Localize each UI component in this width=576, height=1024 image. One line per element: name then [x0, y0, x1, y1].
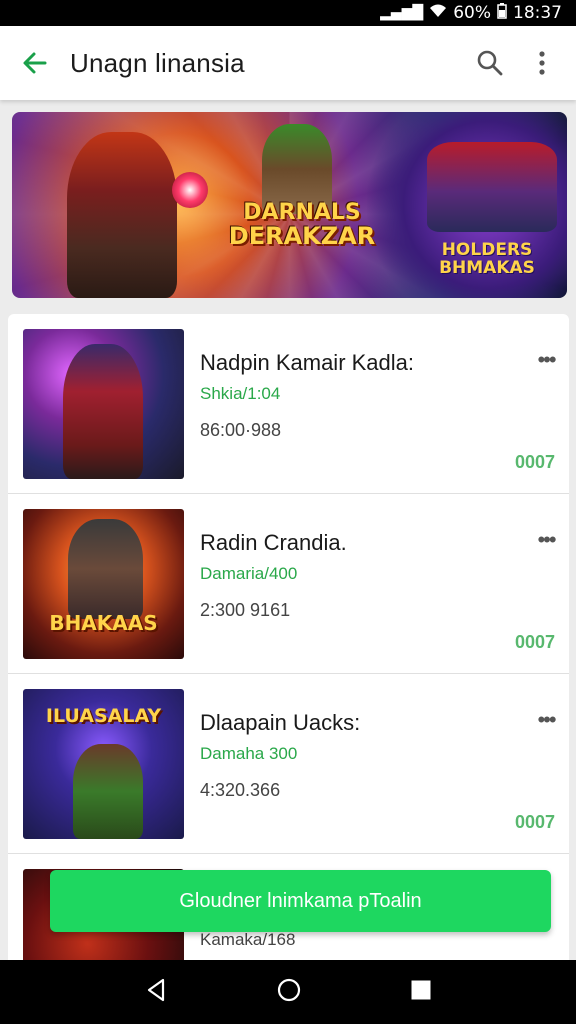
banner-right-title: HOLDERS BHMAKAS	[439, 240, 535, 278]
item-count: 0007	[514, 812, 555, 832]
thumbnail-figure	[68, 519, 143, 619]
thumbnail-figure	[63, 344, 143, 479]
item-meta: 86:00·988	[200, 420, 282, 440]
banner-hero-group-right	[427, 142, 557, 232]
banner-title: DARNALS DERAKZAR	[217, 200, 387, 250]
nav-back-icon[interactable]	[145, 978, 167, 1007]
item-subtitle: Shkia/1:04	[200, 384, 281, 403]
more-horiz-icon[interactable]: •••	[531, 707, 561, 732]
item-title: Radin Crandia.	[200, 530, 347, 555]
nav-home-icon[interactable]	[277, 978, 301, 1007]
status-bar: ▂▄▆█ 60% 18:37	[0, 0, 576, 26]
banner-orb	[172, 172, 208, 208]
banner-title-line2: DERAKZAR	[228, 222, 376, 250]
more-options-button[interactable]	[516, 26, 568, 100]
featured-banner[interactable]: DARNALS DERAKZAR HOLDERS BHMAKAS	[12, 112, 567, 298]
item-meta: 4:320.366	[200, 780, 281, 800]
signal-icon: ▂▄▆█	[380, 5, 424, 21]
banner-title-line1: DARNALS	[243, 200, 361, 225]
thumbnail-label: BHAKAAS	[49, 611, 158, 635]
item-count: 0007	[514, 452, 555, 472]
clock: 18:37	[513, 3, 562, 23]
app-bar: Unagn linansia	[0, 26, 576, 100]
thumbnail-figure	[73, 744, 143, 839]
page-title: Unagn linansia	[70, 47, 245, 78]
search-icon	[477, 50, 503, 76]
more-vert-icon	[539, 51, 545, 75]
wifi-icon	[429, 4, 447, 22]
item-meta: 2:300 9161	[200, 600, 291, 620]
game-thumbnail	[23, 329, 184, 479]
search-button[interactable]	[464, 26, 516, 100]
more-horiz-icon[interactable]: •••	[531, 527, 561, 552]
arrow-left-icon	[23, 52, 47, 74]
list-item[interactable]: Nadpin Kamair Kadla: Shkia/1:04 86:00·98…	[8, 314, 569, 494]
list-item[interactable]: ILUASALAY Dlaapain Uacks: Damaha 300 4:3…	[8, 674, 569, 854]
back-button[interactable]	[0, 26, 70, 100]
thumbnail-label: ILUASALAY	[45, 705, 162, 727]
nav-recents-icon[interactable]	[411, 980, 431, 1005]
list-item[interactable]: BHAKAAS Radin Crandia. Damaria/400 2:300…	[8, 494, 569, 674]
item-title: Dlaapain Uacks:	[200, 710, 361, 735]
more-horiz-icon[interactable]: •••	[531, 347, 561, 372]
item-title: Nadpin Kamair Kadla:	[200, 350, 415, 375]
banner-hero-figure-left	[67, 132, 177, 298]
item-subtitle: Kamaka/168	[200, 930, 296, 949]
system-nav-bar	[0, 960, 576, 1024]
battery-text: 60%	[453, 3, 491, 23]
item-subtitle: Damaha 300	[200, 744, 298, 763]
game-thumbnail: ILUASALAY	[23, 689, 184, 839]
battery-icon	[497, 2, 507, 24]
item-subtitle: Damaria/400	[200, 564, 298, 583]
primary-action-button[interactable]: Gloudner lnimkama pToalin	[50, 870, 551, 932]
item-count: 0007	[514, 632, 555, 652]
game-thumbnail: BHAKAAS	[23, 509, 184, 659]
